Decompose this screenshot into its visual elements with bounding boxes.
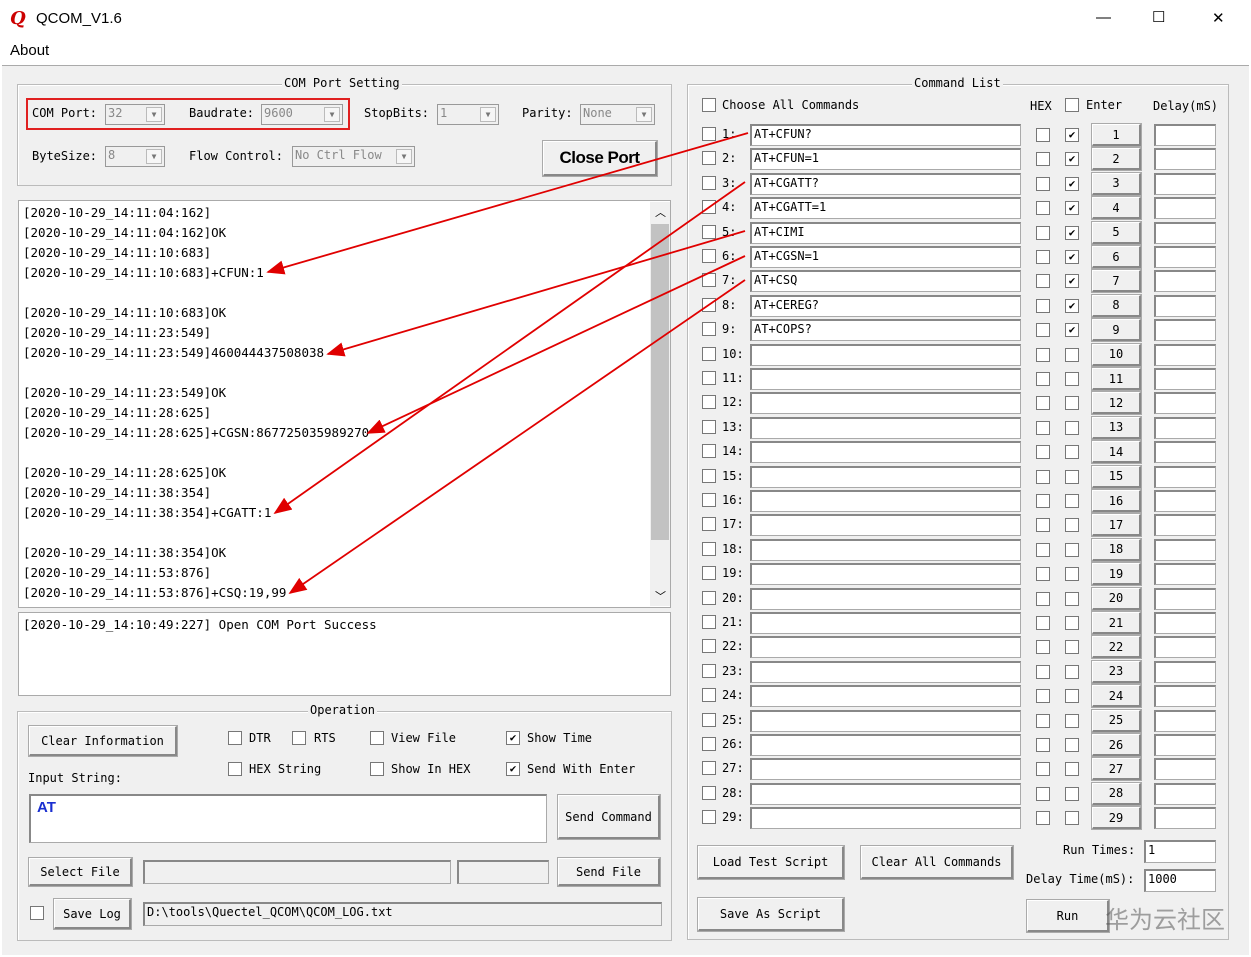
annotation-arrows bbox=[266, 132, 749, 595]
annotation-arrow bbox=[288, 279, 746, 595]
annotation-arrow bbox=[273, 181, 746, 515]
annotation-arrow bbox=[366, 255, 746, 434]
annotation-arrow bbox=[326, 230, 746, 357]
